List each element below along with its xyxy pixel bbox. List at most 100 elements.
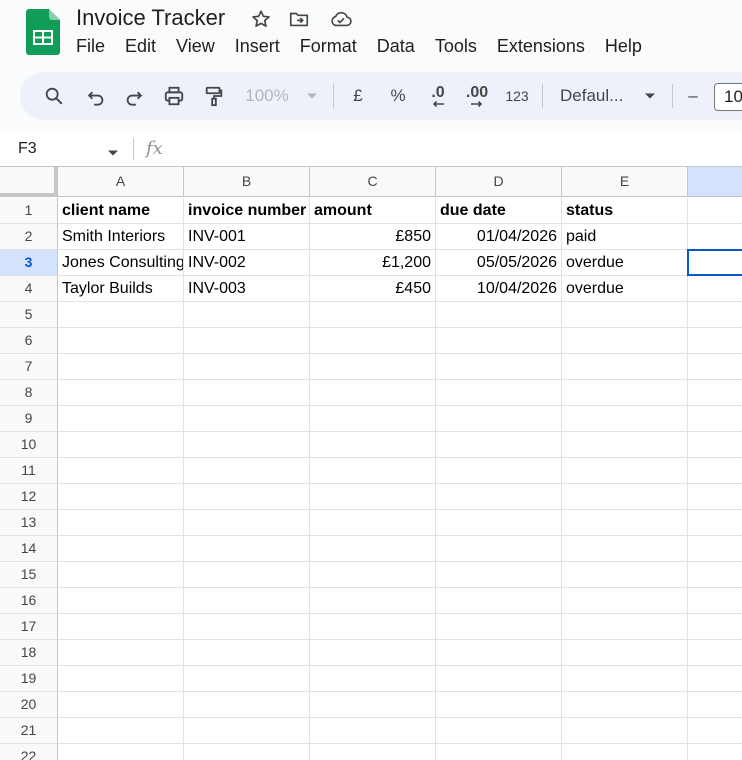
empty-cell[interactable]	[688, 562, 742, 588]
data-cell[interactable]: INV-002	[184, 250, 310, 276]
empty-cell[interactable]	[310, 614, 436, 640]
empty-cell[interactable]	[58, 380, 184, 406]
header-cell[interactable]: status	[562, 198, 688, 224]
empty-cell[interactable]	[688, 588, 742, 614]
decrease-decimal-button[interactable]: .0	[424, 84, 452, 108]
name-box-caret-icon[interactable]	[107, 144, 119, 162]
empty-cell[interactable]	[436, 432, 562, 458]
empty-cell[interactable]	[184, 692, 310, 718]
row-header-20[interactable]: 20	[0, 692, 58, 718]
row-header-16[interactable]: 16	[0, 588, 58, 614]
empty-cell[interactable]	[310, 562, 436, 588]
column-header-c[interactable]: C	[310, 167, 436, 197]
data-cell[interactable]: Smith Interiors	[58, 224, 184, 250]
empty-cell[interactable]	[310, 510, 436, 536]
empty-cell[interactable]	[562, 718, 688, 744]
currency-format-button[interactable]: £	[346, 84, 370, 108]
spreadsheet-grid[interactable]: A B C D E 1 client name invoice number amount due…	[0, 167, 742, 760]
empty-cell[interactable]	[58, 718, 184, 744]
menu-format[interactable]: Format	[290, 34, 367, 58]
empty-cell[interactable]	[436, 328, 562, 354]
data-cell[interactable]: 01/04/2026	[436, 224, 562, 250]
empty-cell[interactable]	[58, 588, 184, 614]
empty-cell[interactable]	[562, 666, 688, 692]
empty-cell[interactable]	[688, 484, 742, 510]
empty-cell[interactable]	[688, 640, 742, 666]
data-cell[interactable]: Jones Consulting	[58, 250, 184, 276]
data-cell[interactable]: £1,200	[310, 250, 436, 276]
empty-cell[interactable]	[688, 406, 742, 432]
empty-cell[interactable]	[562, 354, 688, 380]
empty-cell[interactable]	[688, 536, 742, 562]
menu-tools[interactable]: Tools	[425, 34, 487, 58]
data-cell[interactable]: paid	[562, 224, 688, 250]
row-header-7[interactable]: 7	[0, 354, 58, 380]
header-cell[interactable]: due date	[436, 198, 562, 224]
sheets-logo-icon[interactable]	[26, 9, 60, 55]
empty-cell[interactable]	[58, 692, 184, 718]
empty-cell[interactable]	[310, 458, 436, 484]
empty-cell[interactable]	[310, 380, 436, 406]
column-header-a[interactable]: A	[58, 167, 184, 197]
empty-cell[interactable]	[310, 588, 436, 614]
empty-cell[interactable]	[436, 302, 562, 328]
empty-cell[interactable]	[436, 718, 562, 744]
empty-cell[interactable]	[562, 588, 688, 614]
zoom-caret-icon[interactable]	[304, 84, 320, 108]
menu-view[interactable]: View	[166, 34, 225, 58]
redo-icon[interactable]	[122, 84, 146, 108]
menu-help[interactable]: Help	[595, 34, 652, 58]
empty-cell[interactable]	[688, 458, 742, 484]
empty-cell[interactable]	[436, 354, 562, 380]
empty-cell[interactable]	[310, 406, 436, 432]
decrease-font-size-button[interactable]: –	[684, 84, 702, 108]
empty-cell[interactable]	[58, 302, 184, 328]
row-header-18[interactable]: 18	[0, 640, 58, 666]
row-header-14[interactable]: 14	[0, 536, 58, 562]
empty-cell[interactable]	[184, 380, 310, 406]
empty-cell[interactable]	[562, 458, 688, 484]
row-header-1[interactable]: 1	[0, 198, 58, 224]
empty-cell[interactable]	[688, 692, 742, 718]
empty-cell[interactable]	[688, 432, 742, 458]
row-header-2[interactable]: 2	[0, 224, 58, 250]
font-caret-icon[interactable]	[642, 84, 658, 108]
empty-cell[interactable]	[562, 432, 688, 458]
empty-cell[interactable]	[436, 640, 562, 666]
select-all-corner[interactable]	[0, 167, 58, 197]
empty-cell[interactable]	[184, 588, 310, 614]
empty-cell[interactable]	[436, 380, 562, 406]
row-header-5[interactable]: 5	[0, 302, 58, 328]
paint-format-icon[interactable]	[202, 84, 226, 108]
empty-cell[interactable]	[688, 380, 742, 406]
empty-cell[interactable]	[58, 354, 184, 380]
empty-cell[interactable]	[436, 692, 562, 718]
print-icon[interactable]	[162, 84, 186, 108]
row-header-12[interactable]: 12	[0, 484, 58, 510]
row-header-17[interactable]: 17	[0, 614, 58, 640]
empty-cell[interactable]	[58, 744, 184, 760]
empty-cell[interactable]	[58, 562, 184, 588]
empty-cell[interactable]	[688, 718, 742, 744]
empty-cell[interactable]	[562, 562, 688, 588]
empty-cell[interactable]	[310, 484, 436, 510]
empty-cell[interactable]	[184, 484, 310, 510]
selected-cell-outline[interactable]	[687, 249, 742, 276]
empty-cell[interactable]	[436, 458, 562, 484]
empty-cell[interactable]	[58, 406, 184, 432]
data-cell[interactable]: INV-003	[184, 276, 310, 302]
name-box[interactable]: F3	[18, 140, 37, 158]
empty-cell[interactable]	[58, 666, 184, 692]
document-title[interactable]: Invoice Tracker	[76, 5, 225, 31]
empty-cell[interactable]	[562, 302, 688, 328]
empty-cell[interactable]	[562, 484, 688, 510]
empty-cell[interactable]	[58, 614, 184, 640]
cloud-saved-icon[interactable]	[329, 8, 352, 30]
empty-cell[interactable]	[688, 224, 742, 250]
empty-cell[interactable]	[184, 458, 310, 484]
menu-insert[interactable]: Insert	[225, 34, 290, 58]
empty-cell[interactable]	[310, 744, 436, 760]
empty-cell[interactable]	[58, 510, 184, 536]
empty-cell[interactable]	[310, 640, 436, 666]
empty-cell[interactable]	[184, 640, 310, 666]
